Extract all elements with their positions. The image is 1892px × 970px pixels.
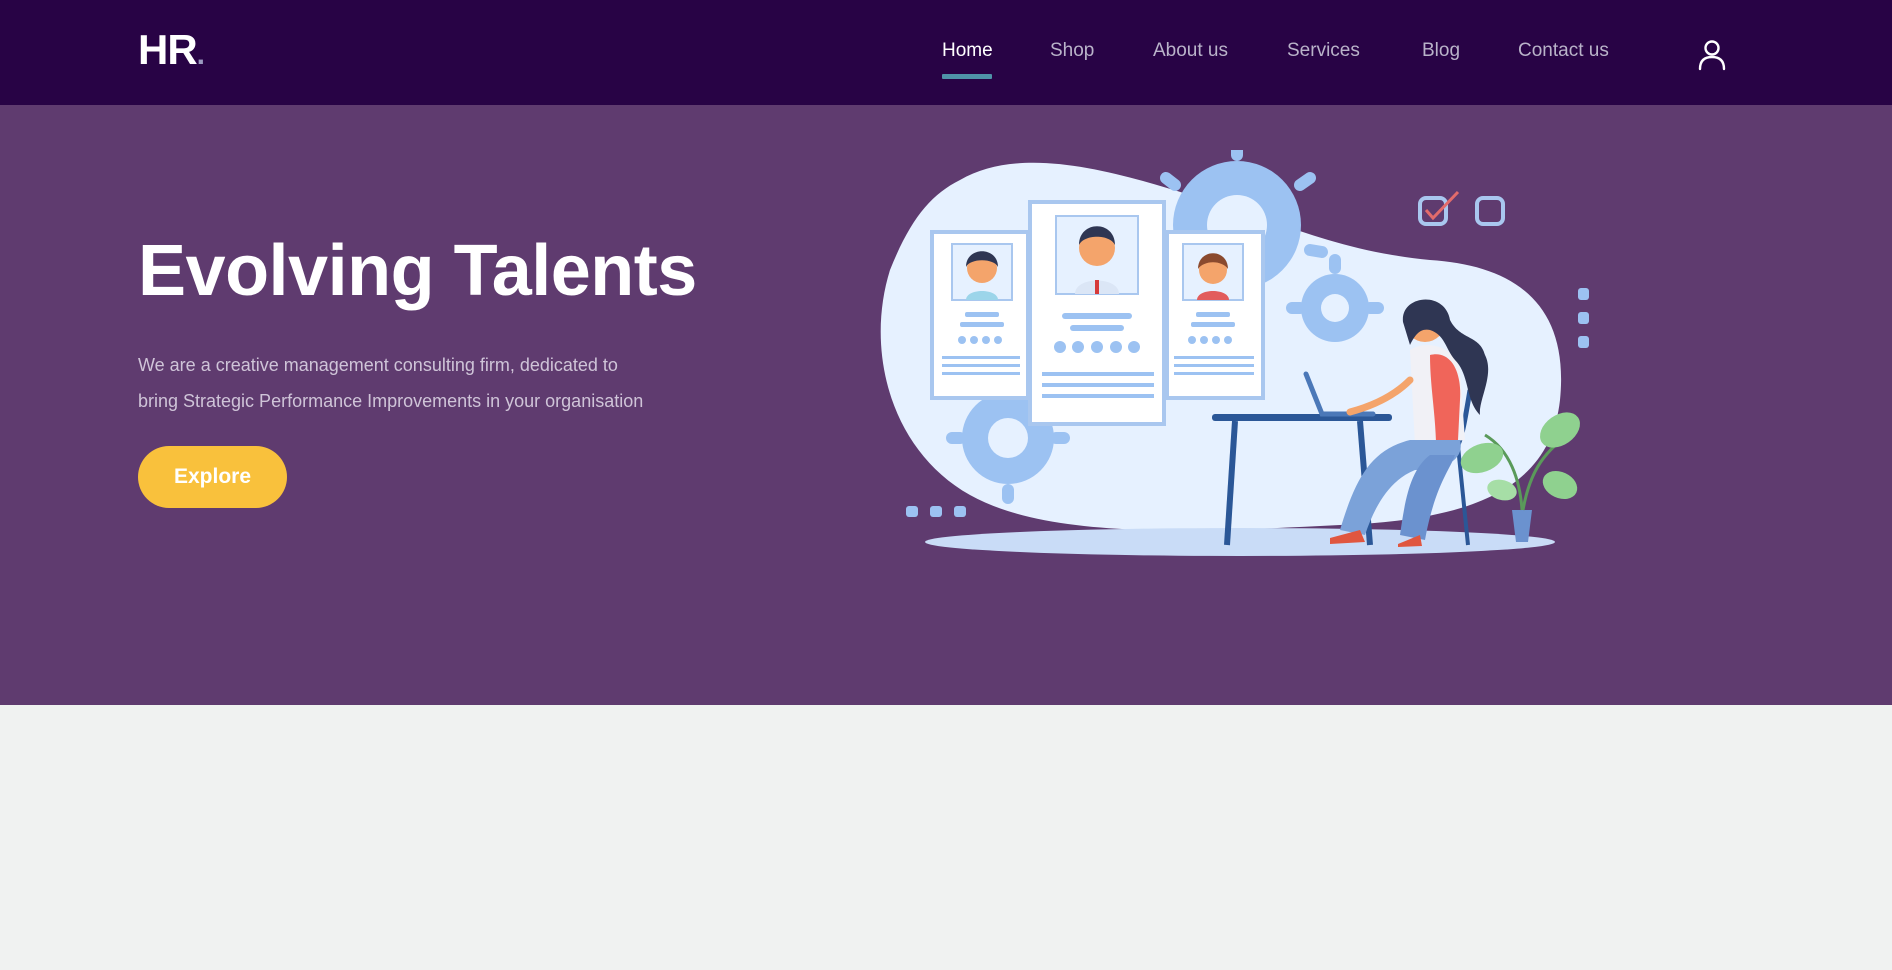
nav-about-us[interactable]: About us (1153, 40, 1228, 62)
top-navigation-bar: HR. Home Shop About us Services Blog Con… (0, 0, 1892, 105)
site-logo[interactable]: HR. (138, 26, 205, 74)
hr-recruitment-illustration (880, 150, 1589, 556)
content-area (0, 705, 1892, 970)
hero-description: We are a creative management consulting … (138, 347, 738, 419)
nav-services[interactable]: Services (1287, 40, 1360, 62)
nav-active-indicator (942, 74, 992, 79)
hero-description-line-2: bring Strategic Performance Improvements… (138, 391, 644, 411)
explore-button[interactable]: Explore (138, 446, 287, 508)
hero-title: Evolving Talents (138, 231, 697, 311)
nav-shop[interactable]: Shop (1050, 40, 1094, 62)
nav-blog[interactable]: Blog (1422, 40, 1460, 62)
logo-dot: . (196, 38, 205, 71)
user-icon[interactable] (1697, 38, 1727, 72)
nav-home[interactable]: Home (942, 40, 993, 62)
nav-contact-us[interactable]: Contact us (1518, 40, 1609, 62)
logo-text: HR (138, 26, 198, 73)
hero-description-line-1: We are a creative management consulting … (138, 355, 618, 375)
